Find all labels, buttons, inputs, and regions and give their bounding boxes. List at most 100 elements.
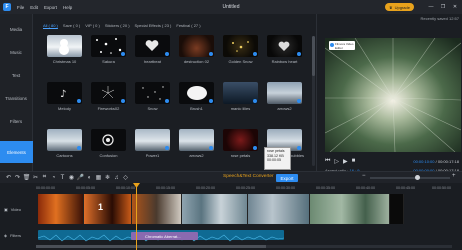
element-item[interactable]: destruction 02 [179, 35, 214, 65]
speed-icon[interactable]: ◔ [49, 175, 58, 181]
download-icon[interactable] [165, 99, 169, 103]
element-item[interactable]: Rainbow heart [267, 35, 302, 65]
download-icon[interactable] [209, 99, 213, 103]
menu-help[interactable]: Help [63, 5, 72, 10]
menu-edit[interactable]: Edit [30, 5, 38, 10]
download-icon[interactable] [165, 146, 169, 150]
library-scrollbar[interactable] [312, 36, 315, 166]
minimize-button[interactable]: — [426, 2, 436, 11]
stop-icon[interactable]: ■ [352, 158, 356, 164]
element-item[interactable]: Christmas 10 [47, 35, 82, 65]
crop-icon[interactable]: ⌗ [40, 174, 49, 181]
element-item[interactable]: Snow [135, 82, 170, 112]
download-icon[interactable] [297, 146, 301, 150]
tab-vip[interactable]: VIP ( 0 ) [85, 23, 100, 28]
close-button[interactable]: ✕ [450, 2, 460, 11]
redo-icon[interactable]: ↷ [13, 174, 22, 181]
sidebar-item-filters[interactable]: Filters [0, 110, 32, 133]
element-item[interactable]: Power1 [135, 129, 170, 159]
element-item[interactable]: Cartoons [47, 129, 82, 159]
tab-stickers[interactable]: Stickers ( 20 ) [105, 23, 130, 28]
download-icon[interactable] [77, 146, 81, 150]
element-thumbnail: ♪ [47, 82, 82, 104]
marker-icon[interactable]: ◇ [121, 174, 130, 181]
timeline-scroll-thumb[interactable] [36, 245, 266, 248]
delete-icon[interactable]: 🗑 [22, 174, 31, 181]
download-icon[interactable] [297, 99, 301, 103]
element-item[interactable]: Fireworks02 [91, 82, 126, 112]
record-icon[interactable]: ◉ [67, 174, 76, 181]
video-clip[interactable] [182, 194, 248, 224]
video-clip[interactable] [38, 194, 84, 224]
play-outline-icon[interactable]: ▷ [334, 158, 339, 165]
freeze-icon[interactable]: ❄ [103, 174, 112, 181]
voice-icon[interactable]: 🎤 [76, 174, 85, 181]
playhead[interactable] [136, 183, 137, 250]
download-icon[interactable] [253, 52, 257, 56]
tab-save[interactable]: Save ( 0 ) [63, 23, 80, 28]
download-icon[interactable] [209, 146, 213, 150]
zoom-out-icon[interactable]: − [362, 173, 366, 179]
speech-text-converter-button[interactable]: Speech&Text Converter [223, 174, 274, 179]
element-item[interactable]: ♪ Melody [47, 82, 82, 112]
element-item[interactable]: Brush1 [179, 82, 214, 112]
sidebar-item-elements[interactable]: Elements [0, 141, 33, 163]
audio-icon[interactable]: ♫ [112, 175, 121, 181]
video-clip[interactable]: 1 [84, 194, 132, 224]
sidebar-item-media[interactable]: Media [0, 18, 32, 41]
upgrade-button[interactable]: ♛ Upgrade [385, 3, 414, 11]
element-item[interactable]: arrows2 [267, 82, 302, 112]
filter-track-header: ◈ Filters [0, 230, 36, 240]
sidebar-item-text[interactable]: Text [0, 64, 32, 87]
menu-file[interactable]: File [17, 5, 24, 10]
sidebar-item-music[interactable]: Music [0, 41, 32, 64]
tab-all[interactable]: All ( 80 ) [43, 23, 58, 28]
sidebar-item-transitions[interactable]: Transitions [0, 87, 32, 110]
element-label: Sakura [102, 59, 115, 64]
download-icon[interactable] [209, 52, 213, 56]
download-icon[interactable] [77, 99, 81, 103]
maximize-button[interactable]: ❐ [438, 2, 448, 11]
video-clip[interactable] [248, 194, 310, 224]
element-item[interactable]: manic lilies [223, 82, 258, 112]
tab-special-effects[interactable]: Special Effects ( 23 ) [135, 23, 172, 28]
time-ruler[interactable]: 00:00:00:00 00:00:05:00 00:00:10:00 00:0… [36, 185, 462, 192]
menu-export[interactable]: Export [44, 5, 57, 10]
element-item[interactable]: Sakura [91, 35, 126, 65]
skip-back-icon[interactable]: ⏮ [325, 158, 330, 165]
color-icon[interactable]: ◐ [85, 175, 94, 181]
export-button[interactable]: Export [276, 174, 298, 182]
timecode-total: 00:00:17:18 [437, 159, 459, 164]
video-clip[interactable] [390, 194, 404, 224]
element-item[interactable]: Confusion [91, 129, 126, 159]
download-icon[interactable] [165, 52, 169, 56]
preview-video[interactable]: Filmora Video Editor [325, 38, 461, 152]
element-item[interactable]: Golden Snow [223, 35, 258, 65]
ruler-tick: 00:00:20:00 [196, 186, 215, 190]
text-icon[interactable]: T [58, 175, 67, 181]
element-thumbnail [47, 129, 82, 151]
zoom-slider[interactable] [370, 175, 450, 180]
zoom-in-icon[interactable]: + [452, 173, 456, 179]
mosaic-icon[interactable]: ▦ [94, 174, 103, 181]
play-icon[interactable]: ▶ [343, 158, 348, 165]
element-item[interactable]: rose petals [223, 129, 258, 159]
video-track[interactable]: 1 [38, 194, 404, 224]
element-item[interactable]: arrows2 [179, 129, 214, 159]
video-clip[interactable] [310, 194, 390, 224]
download-icon[interactable] [253, 146, 257, 150]
filter-clip[interactable]: Chromatic Aberrat... [131, 232, 198, 240]
video-clip[interactable] [132, 194, 182, 224]
download-icon[interactable] [121, 52, 125, 56]
download-icon[interactable] [253, 99, 257, 103]
tab-festival[interactable]: Festival ( 27 ) [176, 23, 200, 28]
zoom-slider-handle[interactable] [415, 175, 420, 180]
download-icon[interactable] [121, 99, 125, 103]
timecode: 00:00:10:00 / 00:00:17:18 [413, 159, 459, 164]
download-icon[interactable] [297, 52, 301, 56]
element-item[interactable]: heartbeat [135, 35, 170, 65]
timeline-scrollbar[interactable] [36, 245, 452, 248]
split-icon[interactable]: ✂ [31, 174, 40, 181]
scrollbar-thumb[interactable] [312, 36, 315, 76]
undo-icon[interactable]: ↶ [4, 174, 13, 181]
